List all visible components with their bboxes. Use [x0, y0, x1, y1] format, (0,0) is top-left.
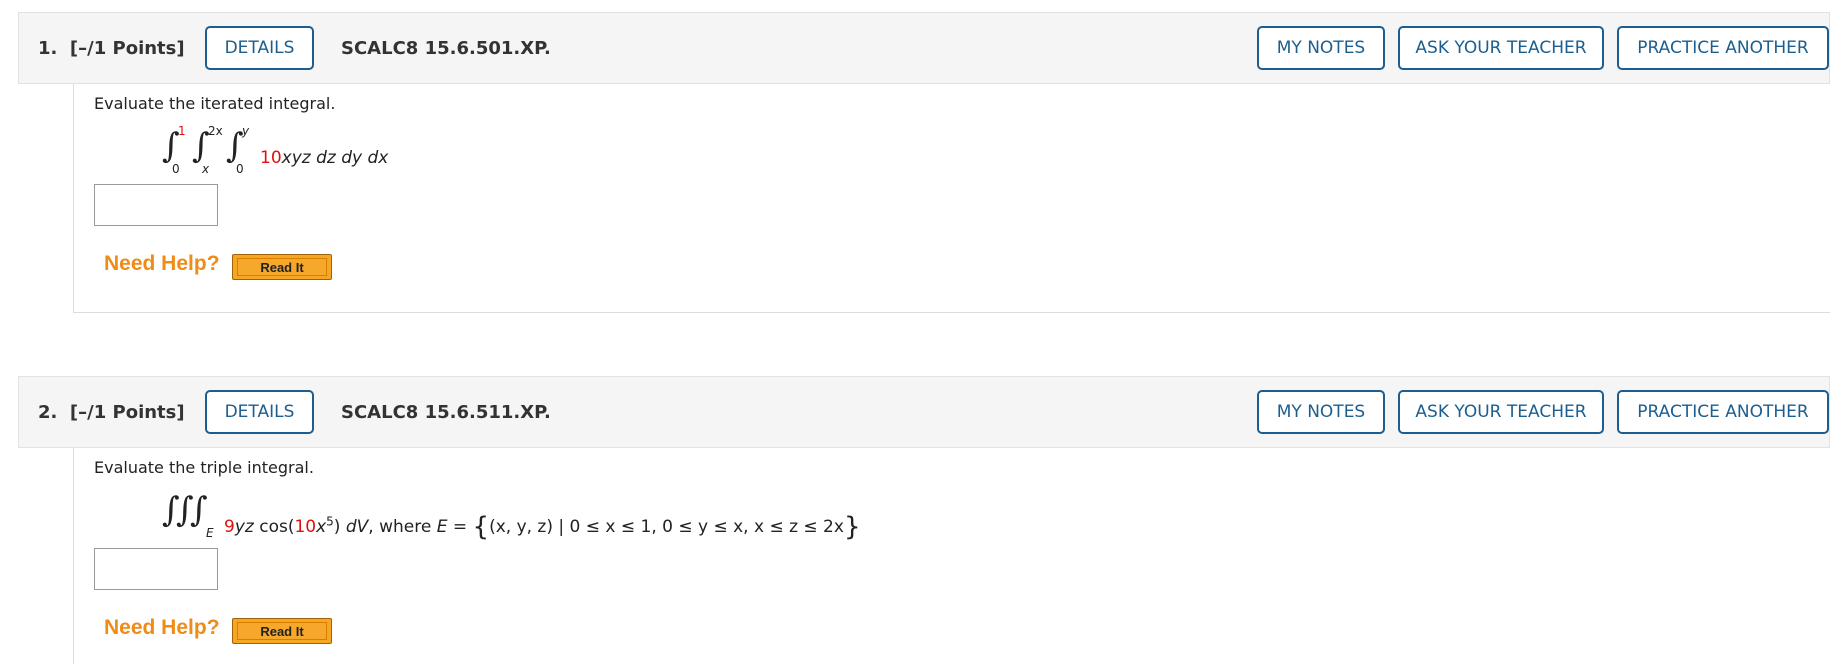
answer-input[interactable]: [94, 548, 218, 590]
details-button[interactable]: DETAILS: [205, 390, 314, 434]
question-2-number: 2. [–/1 Points]: [38, 402, 185, 423]
question-2-header: 2. [–/1 Points] DETAILS SCALC8 15.6.511.…: [18, 376, 1830, 448]
need-help-label: Need Help?: [104, 252, 220, 275]
ask-your-teacher-button[interactable]: ASK YOUR TEACHER: [1398, 390, 1604, 434]
answer-input[interactable]: [94, 184, 218, 226]
my-notes-button[interactable]: MY NOTES: [1257, 390, 1385, 434]
need-help-label: Need Help?: [104, 616, 220, 639]
question-1-code: SCALC8 15.6.501.XP.: [341, 38, 551, 59]
question-2-code: SCALC8 15.6.511.XP.: [341, 402, 551, 423]
practice-another-button[interactable]: PRACTICE ANOTHER: [1617, 390, 1829, 434]
question-1-number: 1. [–/1 Points]: [38, 38, 185, 59]
my-notes-button[interactable]: MY NOTES: [1257, 26, 1385, 70]
iterated-integral: ∫ 1 0 ∫ 2x x ∫ y 0 10xyz dz dy dx: [162, 124, 389, 176]
read-it-button[interactable]: Read It: [232, 618, 332, 644]
triple-integral: ∫ ∫ ∫ E 9yz cos(10x5) dV, where E = {(x,…: [162, 490, 861, 542]
question-2-body: Evaluate the triple integral. ∫ ∫ ∫ E 9y…: [73, 448, 1830, 664]
question-1-body: Evaluate the iterated integral. ∫ 1 0 ∫ …: [73, 84, 1830, 313]
ask-your-teacher-button[interactable]: ASK YOUR TEACHER: [1398, 26, 1604, 70]
details-button[interactable]: DETAILS: [205, 26, 314, 70]
read-it-button[interactable]: Read It: [232, 254, 332, 280]
practice-another-button[interactable]: PRACTICE ANOTHER: [1617, 26, 1829, 70]
question-2-prompt: Evaluate the triple integral.: [94, 458, 314, 477]
question-1-header: 1. [–/1 Points] DETAILS SCALC8 15.6.501.…: [18, 12, 1830, 84]
question-1-prompt: Evaluate the iterated integral.: [94, 94, 336, 113]
